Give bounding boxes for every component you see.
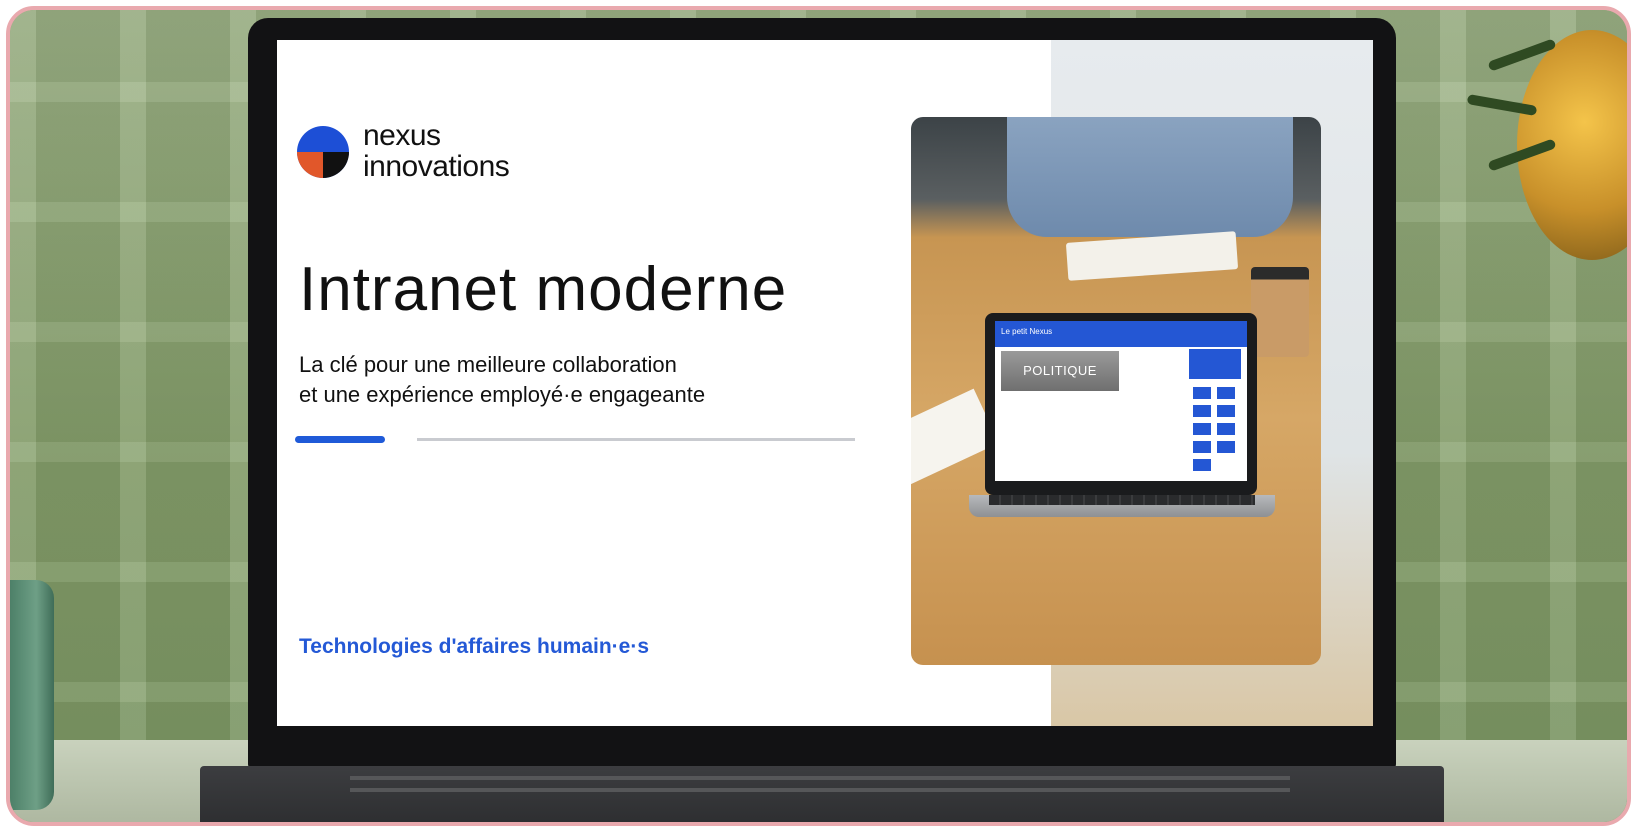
person-shirt <box>1007 117 1293 237</box>
inner-tile <box>1217 387 1235 399</box>
progress-accent <box>295 436 385 443</box>
subtitle-line-1: La clé pour une meilleure collaboration <box>299 352 677 377</box>
laptop-screen: nexus innovations Intranet moderne La cl… <box>277 40 1373 726</box>
inner-tile <box>1193 423 1211 435</box>
inner-hero-image: POLITIQUE <box>1001 351 1119 391</box>
nexus-logo-icon <box>297 126 349 178</box>
inner-tile <box>1193 459 1211 471</box>
brand-name: nexus innovations <box>363 119 510 183</box>
inner-tile <box>1193 441 1211 453</box>
inner-tile <box>1217 423 1235 435</box>
subtitle-line-2: et une expérience employé·e engageante <box>299 382 706 407</box>
inner-laptop-keyboard <box>989 495 1255 505</box>
brand-line-2: innovations <box>363 150 510 183</box>
inner-header: Le petit Nexus <box>995 321 1247 347</box>
page-subtitle: La clé pour une meilleure collaboration … <box>299 350 705 410</box>
inner-tile <box>1193 405 1211 417</box>
brand-line-1: nexus <box>363 119 441 152</box>
inner-header-text: Le petit Nexus <box>1001 327 1053 336</box>
notebook <box>1065 231 1239 281</box>
image-frame: nexus innovations Intranet moderne La cl… <box>6 6 1631 826</box>
inner-side-panel <box>1189 349 1241 379</box>
office-photo: Le petit Nexus POLITIQUE <box>911 117 1321 665</box>
laptop-keyboard-deck <box>200 766 1444 822</box>
inner-tile <box>1217 405 1235 417</box>
vase <box>10 580 54 810</box>
coffee-cup <box>1251 267 1309 357</box>
page-title: Intranet moderne <box>299 255 788 324</box>
inner-laptop-screen: Le petit Nexus POLITIQUE <box>995 321 1247 481</box>
inner-tile <box>1193 387 1211 399</box>
tagline: Technologies d'affaires humain·e·s <box>299 635 650 658</box>
progress-track <box>417 438 855 441</box>
inner-tile <box>1217 441 1235 453</box>
